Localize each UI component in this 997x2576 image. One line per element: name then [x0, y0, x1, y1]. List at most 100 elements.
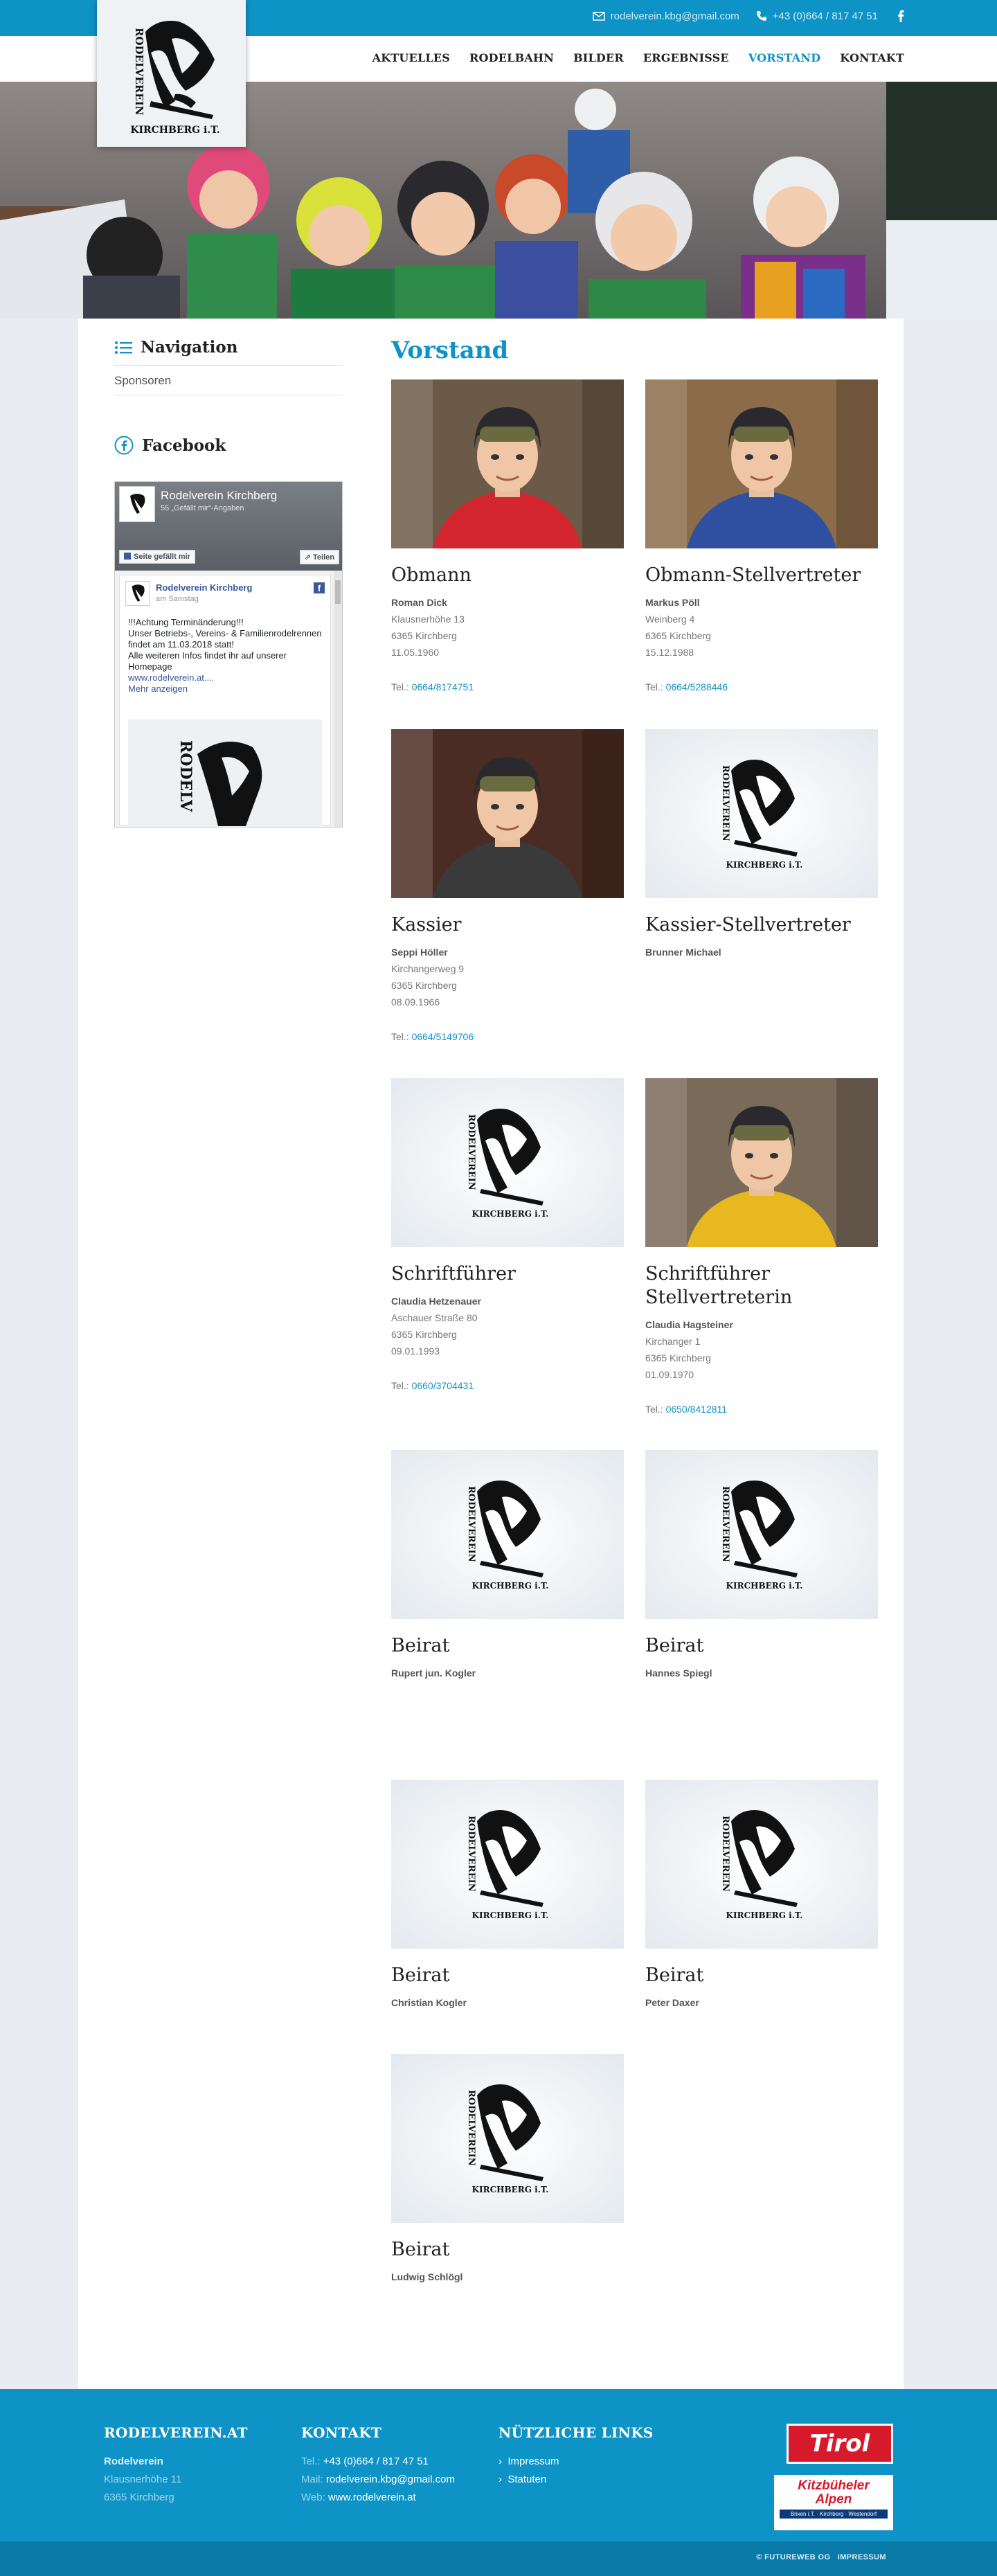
member-card: RODELVEREIN KIRCHBERG i.T. Beirat Ludwig …: [391, 2054, 624, 2282]
member-city: 6365 Kirchberg: [391, 1329, 457, 1340]
member-phone-link[interactable]: 0650/8412811: [666, 1404, 728, 1415]
member-name: Seppi Höller: [391, 947, 448, 958]
member-name: Hannes Spiegl: [645, 1667, 712, 1679]
phone-contact[interactable]: +43 (0)664 / 817 47 51: [756, 10, 878, 22]
member-card: Schriftführer Stellvertreterin Claudia Ha…: [645, 1078, 878, 1415]
nav-item-rodelbahn[interactable]: RODELBAHN: [469, 51, 554, 64]
footer-about-title: RODELVEREIN.AT: [104, 2424, 248, 2441]
member-phone: Tel.: 0664/5149706: [391, 1031, 474, 1042]
svg-text:RODELVEREIN: RODELVEREIN: [466, 1486, 476, 1562]
member-photo-frame: RODELVEREIN KIRCHBERG i.T.: [391, 1078, 624, 1247]
member-photo-frame: [645, 1078, 878, 1247]
fb-cover: Rodelverein Kirchberg 55 „Gefällt mir“-A…: [115, 482, 342, 571]
svg-text:KIRCHBERG i.T.: KIRCHBERG i.T.: [726, 1911, 803, 1920]
sidebar-nav-title: Navigation: [141, 338, 238, 357]
facebook-page-widget[interactable]: Rodelverein Kirchberg 55 „Gefällt mir“-A…: [114, 481, 343, 828]
nav-item-vorstand[interactable]: VORSTAND: [748, 51, 820, 64]
fb-post-author[interactable]: Rodelverein Kirchberg: [156, 582, 252, 593]
nav-item-bilder[interactable]: BILDER: [573, 51, 624, 64]
nav-item-aktuelles[interactable]: AKTUELLES: [372, 51, 450, 64]
member-card: RODELVEREIN KIRCHBERG i.T. Beirat Christi…: [391, 1780, 624, 2008]
member-role: Schriftführer: [391, 1263, 516, 1285]
chevron-right-icon: ›: [498, 2456, 508, 2467]
sidebar-item-sponsoren[interactable]: Sponsoren: [114, 366, 343, 395]
envelope-icon: [592, 11, 605, 21]
svg-text:KIRCHBERG i.T.: KIRCHBERG i.T.: [472, 1209, 549, 1219]
footer-club-name: Rodelverein: [104, 2456, 163, 2467]
member-city: 6365 Kirchberg: [391, 630, 457, 641]
member-photo-frame: RODELVEREIN KIRCHBERG i.T.: [391, 2054, 624, 2223]
member-role: Beirat: [645, 1965, 704, 1986]
member-card: RODELVEREIN KIRCHBERG i.T. Schriftführer…: [391, 1078, 624, 1391]
member-role: Beirat: [645, 1635, 704, 1656]
facebook-circle-icon: [114, 436, 134, 455]
member-phone-link[interactable]: 0664/5149706: [412, 1031, 474, 1042]
member-birthdate: 01.09.1970: [645, 1369, 694, 1380]
fb-likes-count: 55 „Gefällt mir“-Angaben: [161, 504, 244, 512]
fb-post-date: am Samstag: [156, 595, 199, 603]
fb-page-name[interactable]: Rodelverein Kirchberg: [161, 489, 277, 503]
fb-like-button[interactable]: Seite gefällt mir: [119, 550, 195, 564]
phone-icon: [756, 11, 766, 21]
phone-text: +43 (0)664 / 817 47 51: [772, 10, 878, 22]
kitzbueheler-alpen-logo[interactable]: Kitzbüheler Alpen Brixen i.T. · Kirchber…: [774, 2475, 893, 2530]
tirol-logo[interactable]: Tirol: [787, 2424, 893, 2464]
chevron-right-icon: ›: [498, 2474, 508, 2485]
nav-item-kontakt[interactable]: KONTAKT: [840, 51, 904, 64]
fb-post-text: !!!Achtung Terminänderung!!! Unser Betri…: [128, 617, 322, 694]
svg-text:KIRCHBERG i.T.: KIRCHBERG i.T.: [472, 2185, 549, 2194]
member-phone-link[interactable]: 0664/5288446: [666, 681, 728, 692]
member-name: Markus Pöll: [645, 597, 700, 608]
footer-email[interactable]: rodelverein.kbg@gmail.com: [326, 2474, 455, 2485]
fb-share-button[interactable]: ⇗ Teilen: [299, 550, 339, 564]
member-name: Ludwig Schlögl: [391, 2271, 463, 2282]
fb-more-link[interactable]: Mehr anzeigen: [128, 683, 188, 694]
member-city: 6365 Kirchberg: [645, 630, 711, 641]
member-role: Beirat: [391, 1635, 450, 1656]
svg-text:KIRCHBERG i.T.: KIRCHBERG i.T.: [472, 1581, 549, 1591]
fb-scroll-thumb[interactable]: [335, 580, 341, 604]
footer-col-links: NÜTZLICHE LINKS › Impressum › Statuten: [498, 2424, 654, 2489]
footer-col-about: RODELVEREIN.AT Rodelverein Klausnerhöhe …: [104, 2424, 248, 2507]
impressum-link[interactable]: IMPRESSUM: [838, 2553, 886, 2561]
fb-scrollbar[interactable]: [334, 571, 342, 827]
footer-web[interactable]: www.rodelverein.at: [328, 2492, 416, 2503]
member-city: 6365 Kirchberg: [391, 980, 457, 991]
footer-street: Klausnerhöhe 11: [104, 2474, 182, 2485]
credit-link[interactable]: © FUTUREWEB OG: [756, 2553, 830, 2561]
svg-text:KIRCHBERG i.T.: KIRCHBERG i.T.: [130, 125, 219, 136]
facebook-icon[interactable]: [897, 10, 904, 22]
footer-phone[interactable]: +43 (0)664 / 817 47 51: [323, 2456, 429, 2467]
member-role: Kassier-Stellvertreter: [645, 914, 851, 936]
member-photo-frame: [645, 379, 878, 548]
svg-text:KIRCHBERG i.T.: KIRCHBERG i.T.: [472, 1911, 549, 1920]
club-logo-placeholder: RODELVEREIN KIRCHBERG i.T.: [391, 1078, 624, 1247]
member-photo-frame: RODELVEREIN KIRCHBERG i.T.: [645, 1450, 878, 1619]
email-contact[interactable]: rodelverein.kbg@gmail.com: [592, 10, 739, 22]
member-role: Obmann-Stellvertreter: [645, 564, 861, 586]
member-phone-link[interactable]: 0660/3704431: [412, 1380, 474, 1391]
footer-link-statuten[interactable]: › Statuten: [498, 2471, 654, 2489]
sidebar-facebook-heading: Facebook: [114, 436, 343, 455]
member-phone-link[interactable]: 0664/8174751: [412, 681, 474, 692]
member-role: Schriftführer Stellvertreterin: [645, 1263, 793, 1308]
nav-item-ergebnisse[interactable]: ERGEBNISSE: [643, 51, 729, 64]
sub-footer: © FUTUREWEB OG IMPRESSUM: [0, 2541, 997, 2576]
svg-text:RODELVEREIN: RODELVEREIN: [720, 1816, 730, 1892]
club-logo-placeholder: RODELVEREIN KIRCHBERG i.T.: [391, 2054, 624, 2223]
member-photo-frame: RODELVEREIN KIRCHBERG i.T.: [645, 1780, 878, 1949]
svg-text:RODELVEREIN: RODELVEREIN: [720, 765, 730, 841]
footer-city: 6365 Kirchberg: [104, 2492, 174, 2503]
member-role: Beirat: [391, 1965, 450, 1986]
footer-link-impressum[interactable]: › Impressum: [498, 2453, 654, 2471]
fb-post-link[interactable]: www.rodelverein.at....: [128, 672, 214, 683]
svg-text:KIRCHBERG i.T.: KIRCHBERG i.T.: [726, 1581, 803, 1591]
member-photo: [645, 1078, 878, 1247]
member-card: RODELVEREIN KIRCHBERG i.T. Beirat Peter D…: [645, 1780, 878, 2008]
svg-text:RODELVEREIN: RODELVEREIN: [466, 1114, 476, 1190]
site-logo[interactable]: RODELVEREIN KIRCHBERG i.T.: [97, 0, 246, 147]
member-photo-frame: RODELVEREIN KIRCHBERG i.T.: [391, 1780, 624, 1949]
member-photo-frame: [391, 729, 624, 898]
fb-post-image: RODELV: [128, 719, 322, 826]
club-logo-placeholder: RODELVEREIN KIRCHBERG i.T.: [391, 1450, 624, 1619]
